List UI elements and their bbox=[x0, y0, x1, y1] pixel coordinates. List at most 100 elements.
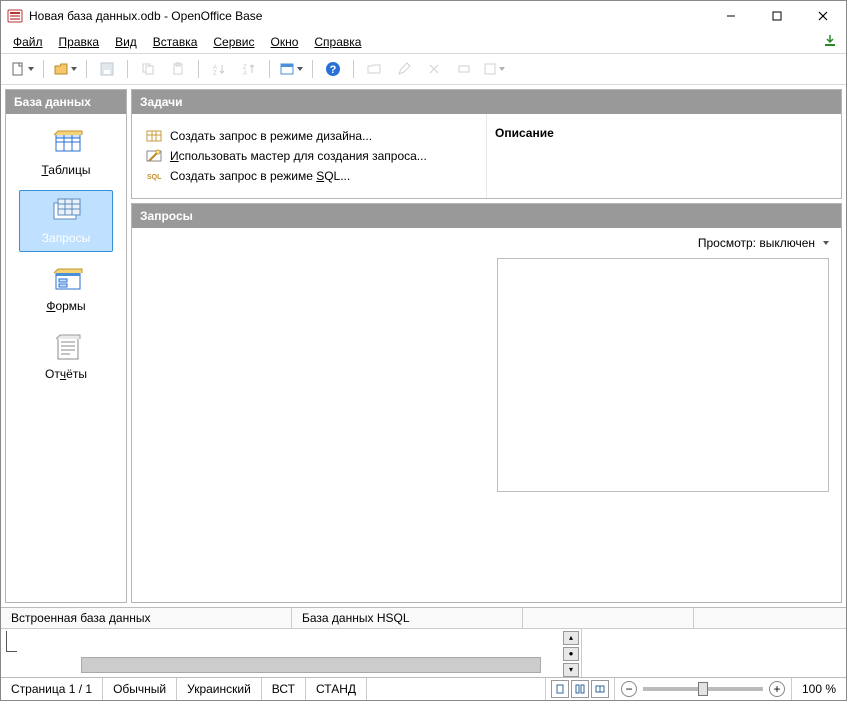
window-buttons bbox=[708, 1, 846, 31]
menubar: Файл Правка Вид Вставка Сервис Окно Спра… bbox=[1, 31, 846, 53]
task-create-design[interactable]: Создать запрос в режиме дизайна... bbox=[140, 126, 478, 146]
svg-text:Z: Z bbox=[213, 71, 217, 76]
menu-file[interactable]: Файл bbox=[7, 33, 49, 51]
task-label: Использовать мастер для создания запроса… bbox=[170, 149, 427, 163]
zoom-controls: − + bbox=[615, 678, 792, 700]
main-body: База данных Таблицы Запросы Формы Отчёты bbox=[1, 85, 846, 607]
tb-delete-button[interactable] bbox=[420, 57, 448, 81]
app-icon bbox=[7, 8, 23, 24]
svg-text:?: ? bbox=[330, 64, 337, 76]
task-label: Создать запрос в режиме дизайна... bbox=[170, 129, 372, 143]
form-button[interactable] bbox=[276, 57, 306, 81]
main-panels: Задачи Создать запрос в режиме дизайна..… bbox=[131, 89, 842, 603]
paste-button[interactable] bbox=[164, 57, 192, 81]
sidebar-item-queries[interactable]: Запросы bbox=[19, 190, 113, 252]
tb-rename-button[interactable] bbox=[450, 57, 478, 81]
queries-icon bbox=[48, 197, 84, 227]
zoom-in-button[interactable]: + bbox=[769, 681, 785, 697]
view-multi-button[interactable] bbox=[571, 680, 589, 698]
tables-icon bbox=[48, 129, 84, 159]
statusbar-writer: Страница 1 / 1 Обычный Украинский ВСТ СТ… bbox=[1, 677, 846, 700]
close-button[interactable] bbox=[800, 1, 846, 31]
view-buttons bbox=[546, 678, 615, 700]
scroll-marker-button[interactable]: ● bbox=[563, 647, 579, 661]
status-spacer bbox=[367, 678, 546, 700]
menu-window[interactable]: Окно bbox=[264, 33, 304, 51]
status-page[interactable]: Страница 1 / 1 bbox=[1, 678, 103, 700]
titlebar: Новая база данных.odb - OpenOffice Base bbox=[1, 1, 846, 31]
scroll-up-button[interactable]: ▴ bbox=[563, 631, 579, 645]
status-std[interactable]: СТАНД bbox=[306, 678, 367, 700]
tasks-header: Задачи bbox=[132, 90, 841, 114]
status-empty1 bbox=[523, 608, 694, 628]
toolbar: AZ ZA ? bbox=[1, 53, 846, 85]
window-title: Новая база данных.odb - OpenOffice Base bbox=[29, 9, 708, 23]
vertical-scroll-buttons: ▴ ● ▾ bbox=[561, 629, 581, 677]
view-single-button[interactable] bbox=[551, 680, 569, 698]
reports-icon bbox=[48, 333, 84, 363]
scroll-down-button[interactable]: ▾ bbox=[563, 663, 579, 677]
task-use-wizard[interactable]: Использовать мастер для создания запроса… bbox=[140, 146, 478, 166]
sidebar-item-label: Таблицы bbox=[41, 163, 90, 177]
copy-button[interactable] bbox=[134, 57, 162, 81]
zoom-out-button[interactable]: − bbox=[621, 681, 637, 697]
task-create-sql[interactable]: SQL Создать запрос в режиме SQL... bbox=[140, 166, 478, 186]
zoom-slider[interactable] bbox=[643, 687, 763, 691]
sort-desc-button[interactable]: ZA bbox=[235, 57, 263, 81]
forms-icon bbox=[48, 265, 84, 295]
maximize-button[interactable] bbox=[754, 1, 800, 31]
ruler-document[interactable] bbox=[1, 629, 561, 677]
task-list: Создать запрос в режиме дизайна... Испол… bbox=[132, 114, 486, 198]
sidebar-item-label: Отчёты bbox=[45, 367, 87, 381]
status-embedded: Встроенная база данных bbox=[1, 608, 292, 628]
menu-help[interactable]: Справка bbox=[308, 33, 367, 51]
open-button[interactable] bbox=[50, 57, 80, 81]
status-engine: База данных HSQL bbox=[292, 608, 523, 628]
database-sidebar: База данных Таблицы Запросы Формы Отчёты bbox=[5, 89, 127, 603]
tb-open-folder-button[interactable] bbox=[360, 57, 388, 81]
preview-box bbox=[497, 258, 829, 492]
tb-extra-button[interactable] bbox=[480, 57, 508, 81]
sidebar-items: Таблицы Запросы Формы Отчёты bbox=[6, 114, 126, 602]
sort-asc-button[interactable]: AZ bbox=[205, 57, 233, 81]
status-empty2 bbox=[694, 608, 846, 628]
queries-header: Запросы bbox=[132, 204, 841, 228]
app-window: Новая база данных.odb - OpenOffice Base … bbox=[0, 0, 847, 701]
status-language[interactable]: Украинский bbox=[177, 678, 262, 700]
ruler-right-pane bbox=[581, 629, 846, 677]
tasks-panel: Задачи Создать запрос в режиме дизайна..… bbox=[131, 89, 842, 199]
sql-icon: SQL bbox=[146, 168, 162, 184]
sidebar-item-tables[interactable]: Таблицы bbox=[19, 122, 113, 184]
statusbar-base: Встроенная база данных База данных HSQL bbox=[1, 607, 846, 628]
sidebar-item-label: Запросы bbox=[42, 231, 90, 245]
help-button[interactable]: ? bbox=[319, 57, 347, 81]
sidebar-header: База данных bbox=[6, 90, 126, 114]
description-header: Описание bbox=[486, 114, 841, 198]
menu-insert[interactable]: Вставка bbox=[147, 33, 204, 51]
view-book-button[interactable] bbox=[591, 680, 609, 698]
menu-view[interactable]: Вид bbox=[109, 33, 143, 51]
status-mode[interactable]: Обычный bbox=[103, 678, 177, 700]
menu-edit[interactable]: Правка bbox=[53, 33, 106, 51]
ruler-marks bbox=[6, 631, 17, 652]
queries-panel: Запросы Просмотр: выключен bbox=[131, 203, 842, 603]
tb-edit-button[interactable] bbox=[390, 57, 418, 81]
sidebar-item-reports[interactable]: Отчёты bbox=[19, 326, 113, 388]
design-view-icon bbox=[146, 128, 162, 144]
task-label: Создать запрос в режиме SQL... bbox=[170, 169, 350, 183]
new-doc-button[interactable] bbox=[7, 57, 37, 81]
ruler-area: ▴ ● ▾ bbox=[1, 628, 846, 677]
preview-label: Просмотр: выключен bbox=[698, 236, 815, 250]
sidebar-item-forms[interactable]: Формы bbox=[19, 258, 113, 320]
wizard-icon bbox=[146, 148, 162, 164]
horizontal-scrollbar[interactable] bbox=[81, 657, 541, 673]
svg-text:SQL: SQL bbox=[147, 174, 162, 181]
menu-service[interactable]: Сервис bbox=[207, 33, 260, 51]
save-button[interactable] bbox=[93, 57, 121, 81]
sidebar-item-label: Формы bbox=[46, 299, 85, 313]
status-insert[interactable]: ВСТ bbox=[262, 678, 306, 700]
preview-dropdown-arrow[interactable] bbox=[823, 241, 829, 245]
zoom-value[interactable]: 100 % bbox=[792, 678, 846, 700]
minimize-button[interactable] bbox=[708, 1, 754, 31]
download-icon[interactable] bbox=[822, 33, 838, 52]
